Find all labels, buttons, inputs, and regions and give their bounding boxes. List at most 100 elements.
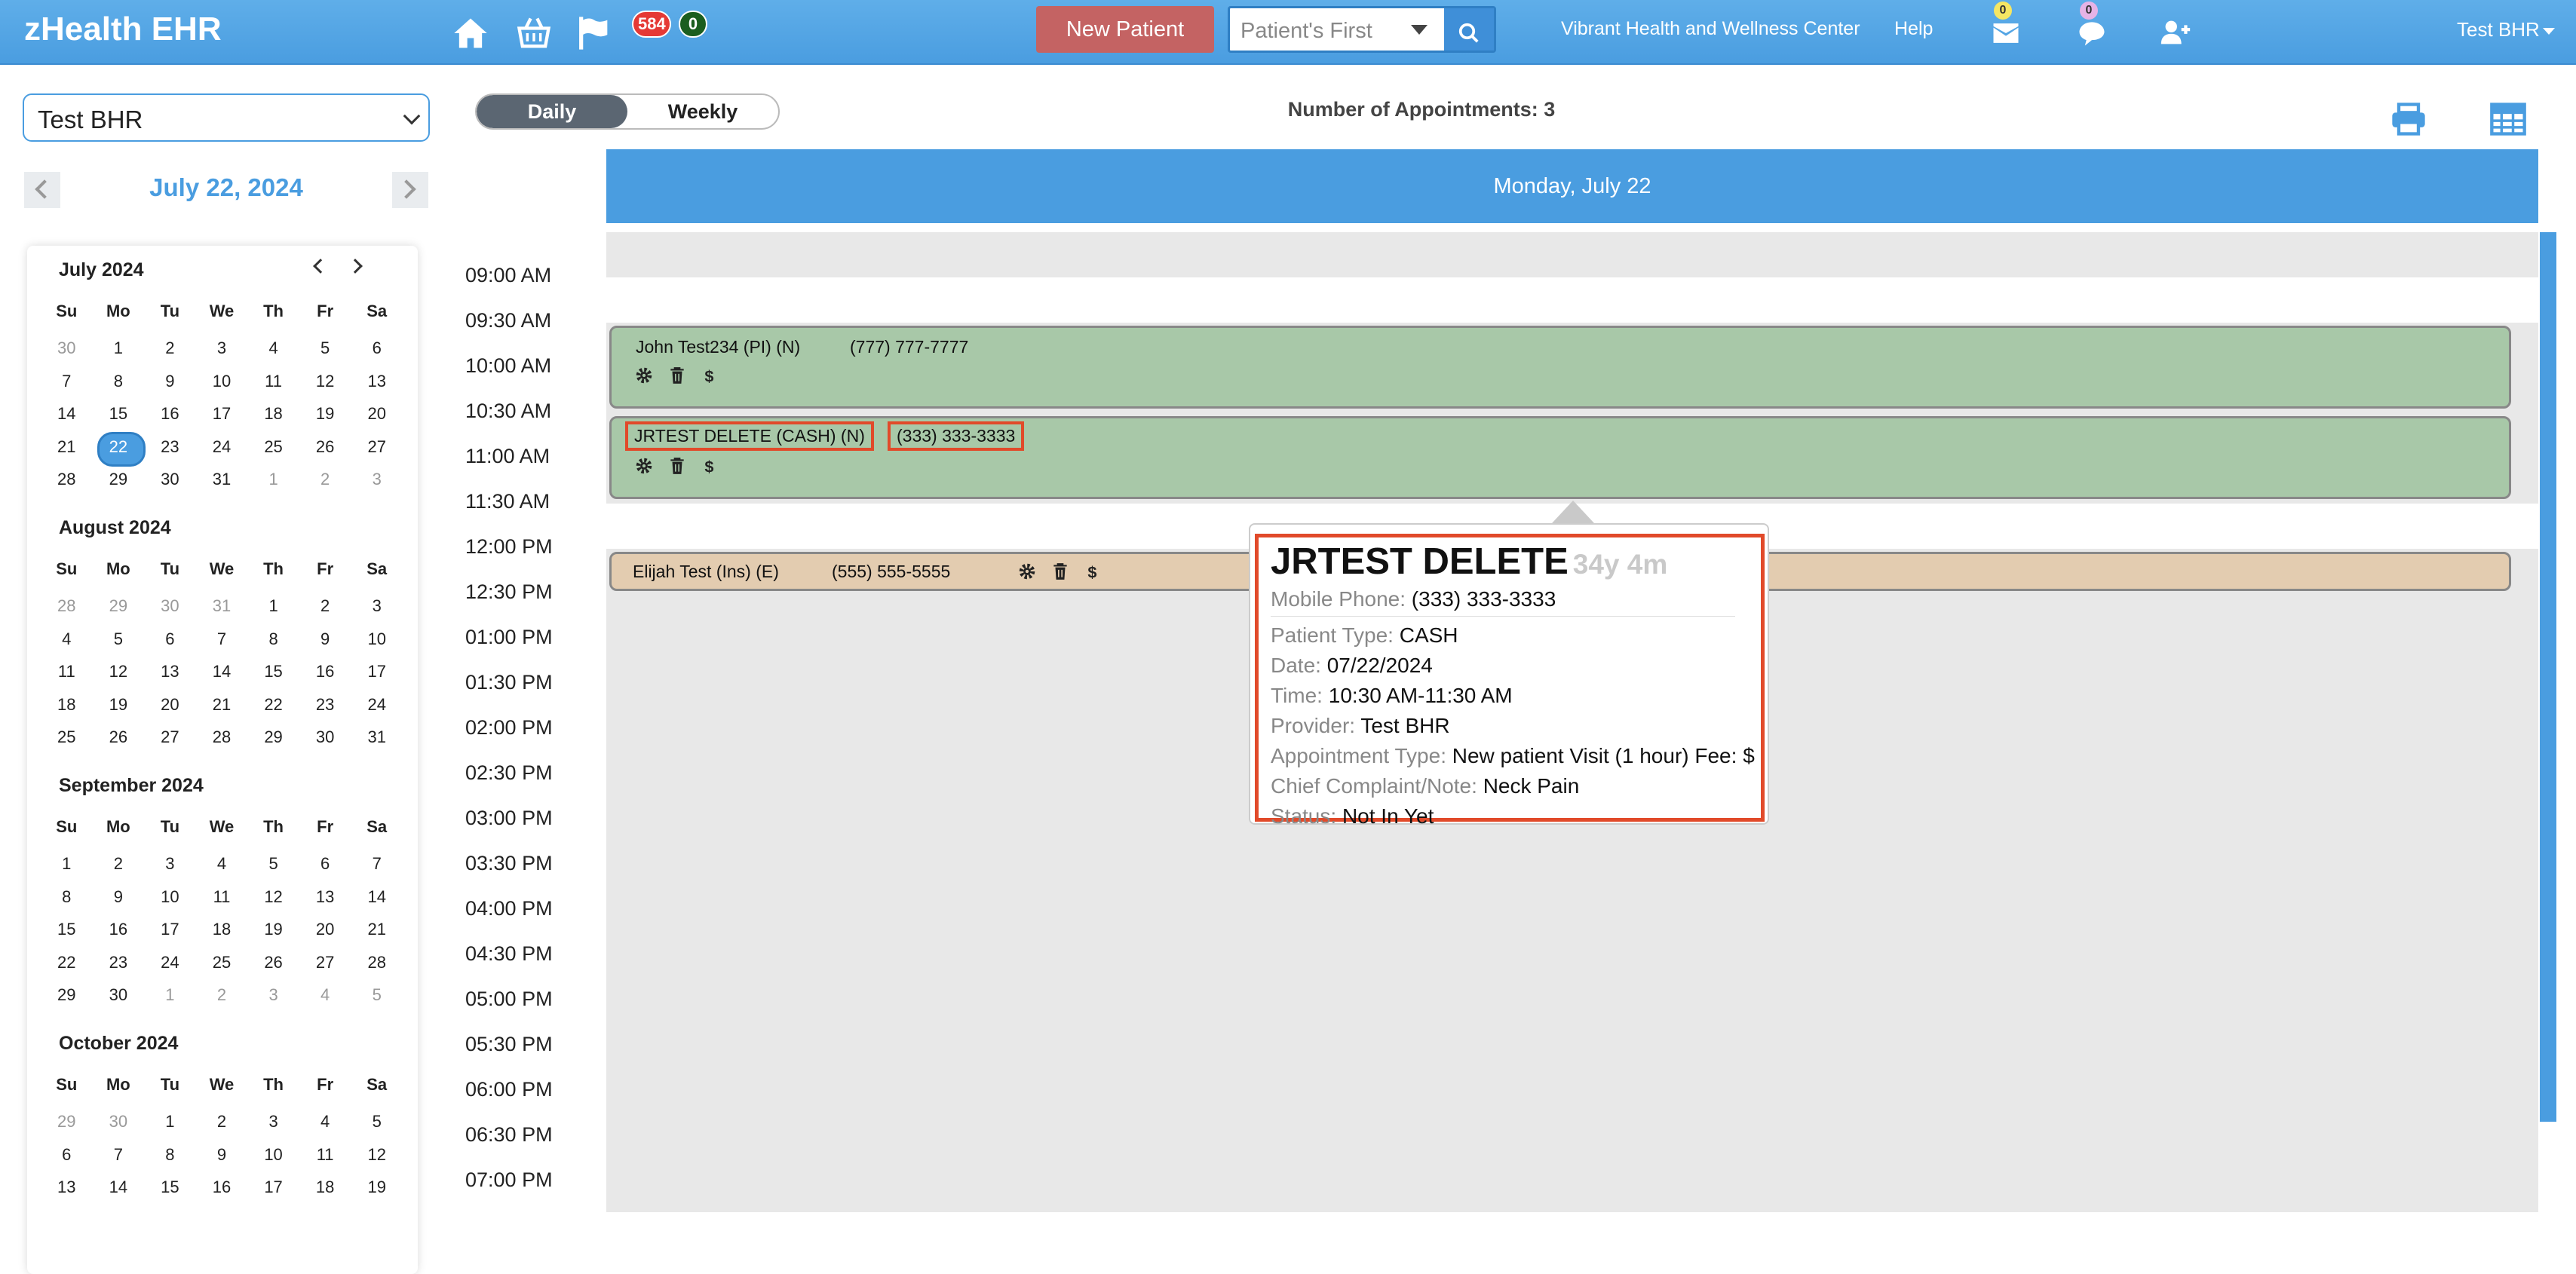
calendar-day[interactable]: 15 xyxy=(41,913,93,946)
calendar-day[interactable]: 9 xyxy=(196,1138,248,1171)
calendar-day[interactable]: 28 xyxy=(41,590,93,623)
search-button[interactable] xyxy=(1444,8,1494,51)
chevron-right-icon[interactable] xyxy=(348,259,363,274)
calendar-day[interactable]: 3 xyxy=(247,1105,299,1138)
calendar-day[interactable]: 5 xyxy=(351,1105,403,1138)
calendar-day[interactable]: 1 xyxy=(93,332,145,365)
gear-icon[interactable] xyxy=(634,366,654,385)
calendar-day[interactable]: 18 xyxy=(299,1171,351,1204)
calendar-day[interactable]: 2 xyxy=(93,847,145,880)
calendar-day[interactable]: 4 xyxy=(196,847,248,880)
view-daily-tab[interactable]: Daily xyxy=(477,95,627,128)
calendar-day[interactable]: 23 xyxy=(93,946,145,979)
home-icon[interactable] xyxy=(451,14,490,53)
calendar-day[interactable]: 9 xyxy=(299,623,351,656)
calendar-day[interactable]: 18 xyxy=(41,688,93,721)
calendar-day[interactable]: 11 xyxy=(196,880,248,914)
calendar-day[interactable]: 11 xyxy=(247,365,299,398)
add-user-icon[interactable] xyxy=(2158,15,2193,50)
calendar-day[interactable]: 6 xyxy=(351,332,403,365)
calendar-day[interactable]: 6 xyxy=(144,623,196,656)
calendar-day[interactable]: 7 xyxy=(196,623,248,656)
calendar-day[interactable]: 5 xyxy=(247,847,299,880)
calendar-day[interactable]: 29 xyxy=(93,463,145,496)
scrollbar[interactable] xyxy=(2540,232,2556,1122)
chat-icon[interactable] xyxy=(2075,17,2108,50)
calendar-day[interactable]: 4 xyxy=(299,978,351,1012)
calendar-day[interactable]: 30 xyxy=(93,978,145,1012)
calendar-day[interactable]: 12 xyxy=(351,1138,403,1171)
calendar-day[interactable]: 8 xyxy=(144,1138,196,1171)
calendar-day[interactable]: 18 xyxy=(247,397,299,430)
calendar-day[interactable]: 17 xyxy=(247,1171,299,1204)
calendar-day[interactable]: 22 xyxy=(41,946,93,979)
calendar-day[interactable]: 25 xyxy=(196,946,248,979)
calendar-day[interactable]: 8 xyxy=(93,365,145,398)
calendar-day[interactable]: 12 xyxy=(93,655,145,688)
calendar-day[interactable]: 7 xyxy=(41,365,93,398)
calendar-day[interactable]: 19 xyxy=(299,397,351,430)
calendar-day[interactable]: 14 xyxy=(41,397,93,430)
calendar-day[interactable]: 3 xyxy=(144,847,196,880)
appointment-patient[interactable]: John Test234 (PI) (N) xyxy=(636,337,800,357)
brand-logo[interactable]: zHealth EHR xyxy=(24,11,222,48)
view-weekly-tab[interactable]: Weekly xyxy=(627,95,778,128)
user-menu[interactable]: Test BHR xyxy=(2457,18,2555,41)
dollar-icon[interactable]: $ xyxy=(701,456,720,476)
calendar-day[interactable]: 6 xyxy=(41,1138,93,1171)
calendar-day[interactable]: 16 xyxy=(93,913,145,946)
trash-icon[interactable] xyxy=(1050,562,1070,581)
new-patient-button[interactable]: New Patient xyxy=(1036,6,1214,53)
calendar-day[interactable]: 30 xyxy=(299,721,351,754)
calendar-day[interactable]: 19 xyxy=(93,688,145,721)
chevron-left-icon[interactable] xyxy=(313,259,328,274)
calendar-day[interactable]: 14 xyxy=(351,880,403,914)
appointment-block[interactable]: JRTEST DELETE (CASH) (N) (333) 333-3333 … xyxy=(609,416,2511,499)
calendar-day[interactable]: 29 xyxy=(93,590,145,623)
calendar-day[interactable]: 13 xyxy=(41,1171,93,1204)
calendar-day[interactable]: 13 xyxy=(351,365,403,398)
calendar-day[interactable]: 25 xyxy=(41,721,93,754)
calendar-day[interactable]: 28 xyxy=(41,463,93,496)
calendar-day[interactable]: 1 xyxy=(247,463,299,496)
calendar-day[interactable]: 31 xyxy=(351,721,403,754)
calendar-day[interactable]: 10 xyxy=(351,623,403,656)
calendar-day[interactable]: 18 xyxy=(196,913,248,946)
calendar-day[interactable]: 14 xyxy=(196,655,248,688)
calendar-day-selected[interactable]: 22 xyxy=(93,430,146,466)
calendar-day[interactable]: 2 xyxy=(196,1105,248,1138)
trash-icon[interactable] xyxy=(667,366,687,385)
calendar-day[interactable]: 1 xyxy=(144,978,196,1012)
calendar-day[interactable]: 17 xyxy=(351,655,403,688)
grid-view-icon[interactable] xyxy=(2487,100,2529,139)
calendar-day[interactable]: 14 xyxy=(93,1171,145,1204)
patient-search[interactable]: Patient's First xyxy=(1228,6,1496,53)
next-day-button[interactable] xyxy=(392,172,428,208)
calendar-day[interactable]: 12 xyxy=(247,880,299,914)
calendar-day[interactable]: 30 xyxy=(144,463,196,496)
prev-day-button[interactable] xyxy=(24,172,60,208)
flag-count-badge[interactable]: 0 xyxy=(679,11,707,38)
appointment-block[interactable]: John Test234 (PI) (N) (777) 777-7777 $ xyxy=(609,326,2511,409)
calendar-day[interactable]: 9 xyxy=(93,880,145,914)
calendar-day[interactable]: 7 xyxy=(351,847,403,880)
help-link[interactable]: Help xyxy=(1894,18,1933,40)
calendar-day[interactable]: 10 xyxy=(144,880,196,914)
calendar-day[interactable]: 1 xyxy=(41,847,93,880)
calendar-day[interactable]: 1 xyxy=(144,1105,196,1138)
calendar-day[interactable]: 3 xyxy=(351,463,403,496)
calendar-day[interactable]: 9 xyxy=(144,365,196,398)
dollar-icon[interactable]: $ xyxy=(1084,562,1103,581)
calendar-day[interactable]: 21 xyxy=(351,913,403,946)
provider-select[interactable]: Test BHR xyxy=(23,93,430,142)
calendar-day[interactable]: 21 xyxy=(196,688,248,721)
calendar-day[interactable]: 26 xyxy=(93,721,145,754)
calendar-day[interactable]: 19 xyxy=(351,1171,403,1204)
calendar-day[interactable]: 31 xyxy=(196,590,248,623)
calendar-day[interactable]: 23 xyxy=(144,430,196,464)
basket-icon[interactable] xyxy=(514,14,554,53)
gear-icon[interactable] xyxy=(1017,562,1037,581)
calendar-day[interactable]: 16 xyxy=(196,1171,248,1204)
calendar-day[interactable]: 3 xyxy=(351,590,403,623)
dollar-icon[interactable]: $ xyxy=(701,366,720,385)
